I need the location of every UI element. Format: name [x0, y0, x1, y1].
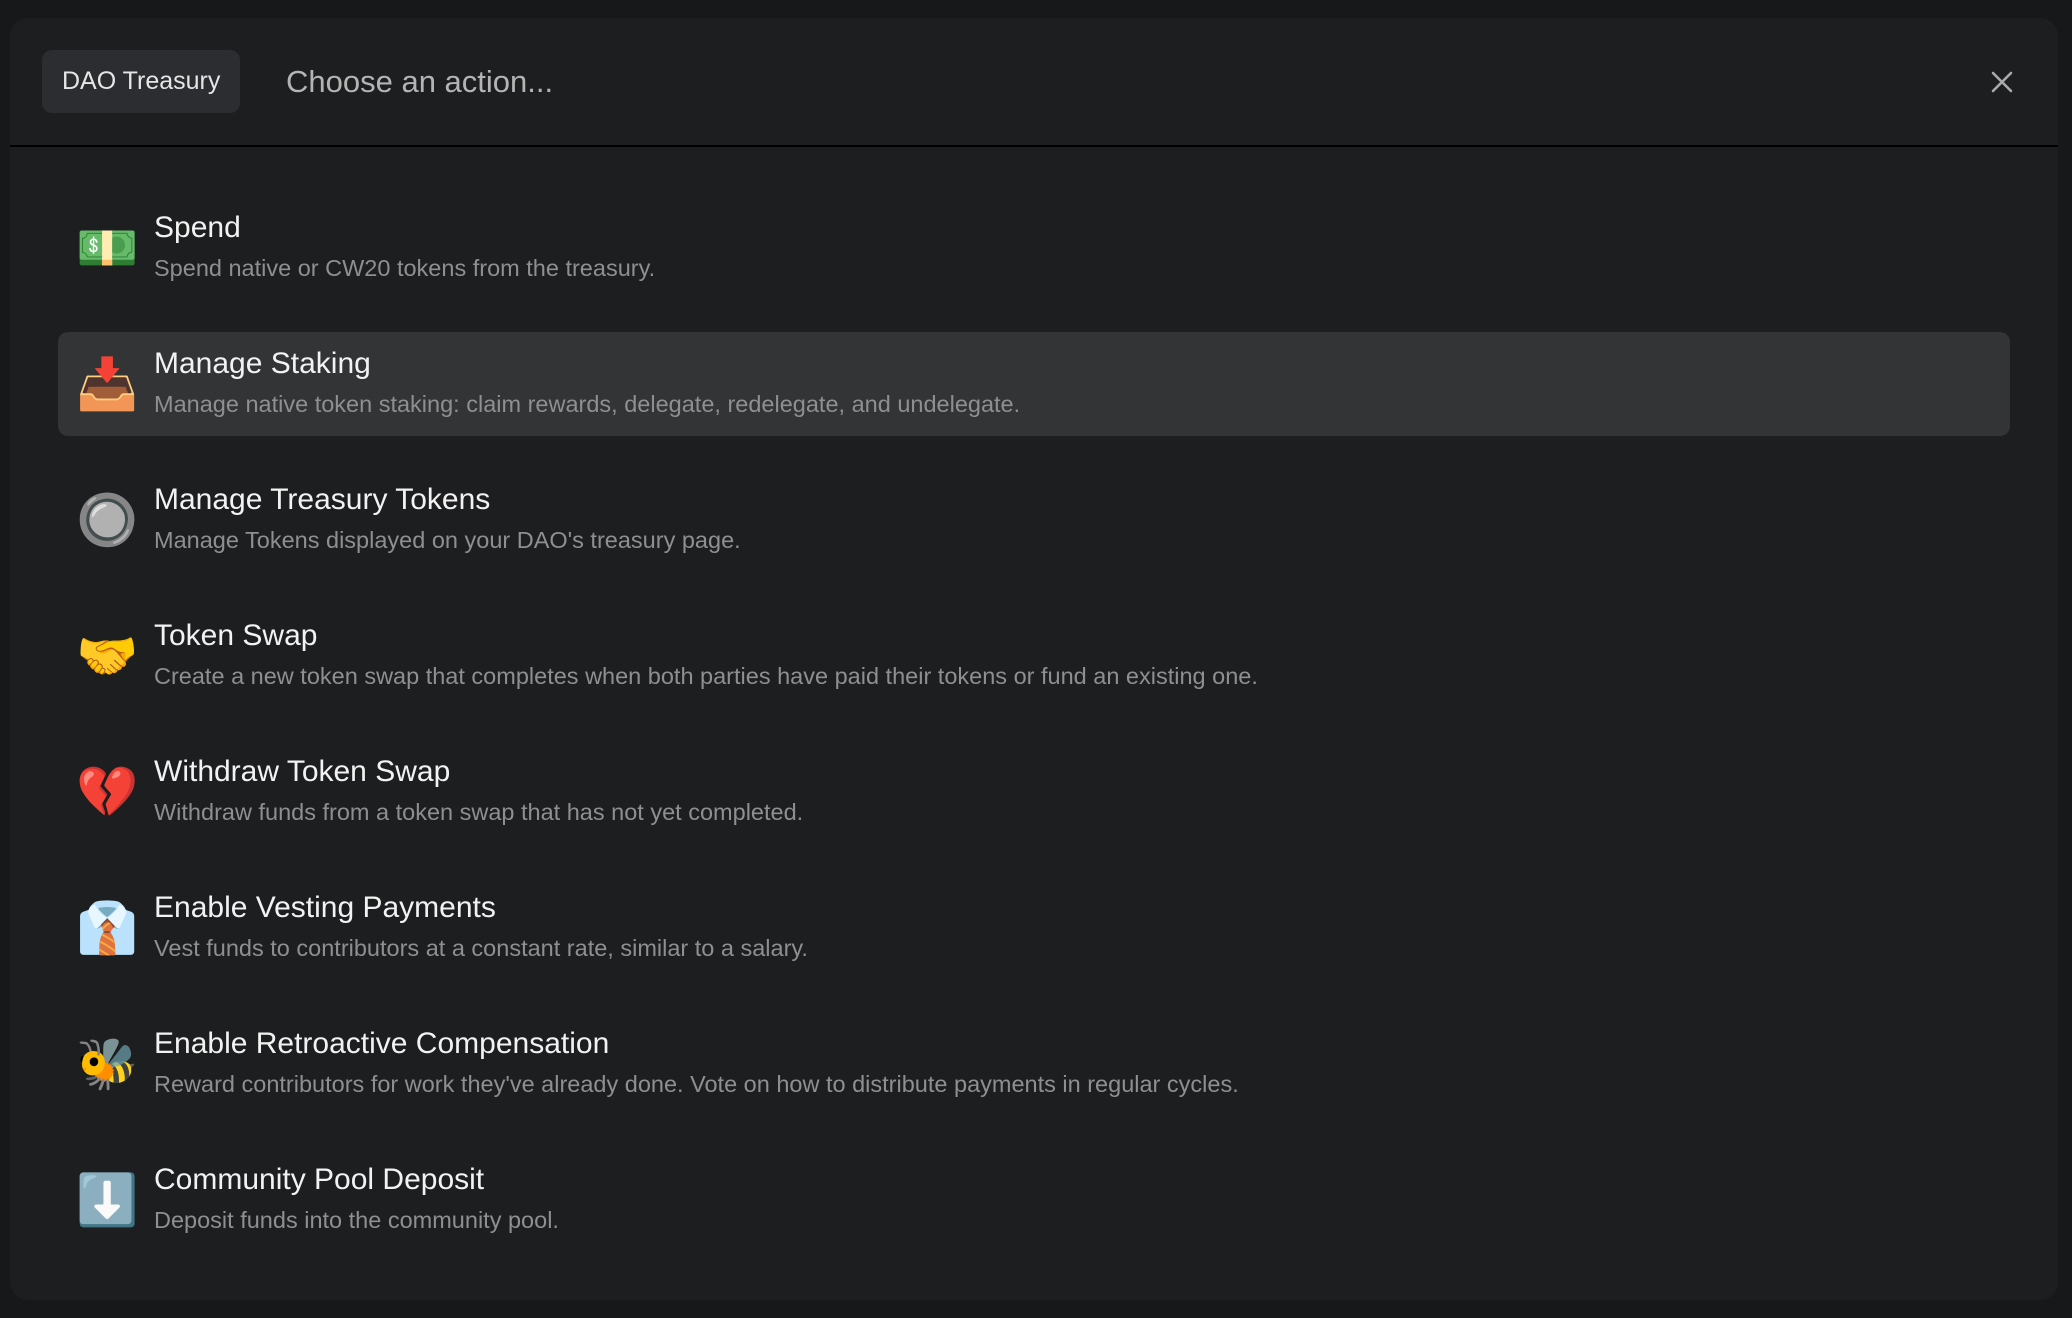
- action-item-spend[interactable]: 💵 Spend Spend native or CW20 tokens from…: [58, 196, 2010, 300]
- bee-icon: 🐝: [76, 1035, 139, 1093]
- close-icon: [1991, 71, 2013, 93]
- action-search-input[interactable]: [286, 58, 1886, 106]
- broken-heart-icon: 💔: [76, 763, 139, 821]
- action-item-community-pool-deposit[interactable]: ⬇️ Community Pool Deposit Deposit funds …: [58, 1148, 2010, 1252]
- inbox-tray-icon: 📥: [76, 355, 139, 413]
- close-button[interactable]: [1984, 64, 2020, 100]
- money-icon: 💵: [76, 219, 139, 277]
- action-description: Withdraw funds from a token swap that ha…: [154, 799, 804, 825]
- action-description: Deposit funds into the community pool.: [154, 1207, 559, 1233]
- action-title: Manage Staking: [154, 347, 371, 380]
- action-description: Create a new token swap that completes w…: [154, 663, 1258, 689]
- action-item-withdraw-token-swap[interactable]: 💔 Withdraw Token Swap Withdraw funds fro…: [58, 740, 2010, 844]
- action-title: Enable Vesting Payments: [154, 891, 496, 924]
- handshake-icon: 🤝: [76, 627, 139, 685]
- action-description: Vest funds to contributors at a constant…: [154, 935, 808, 961]
- action-description: Spend native or CW20 tokens from the tre…: [154, 255, 656, 281]
- context-chip[interactable]: DAO Treasury: [42, 50, 241, 113]
- necktie-icon: 👔: [76, 899, 139, 957]
- action-item-manage-staking[interactable]: 📥 Manage Staking Manage native token sta…: [58, 332, 2010, 436]
- action-item-manage-treasury-tokens[interactable]: 🔘 Manage Treasury Tokens Manage Tokens d…: [58, 468, 2010, 572]
- action-item-enable-vesting-payments[interactable]: 👔 Enable Vesting Payments Vest funds to …: [58, 876, 2010, 980]
- down-arrow-icon: ⬇️: [76, 1171, 139, 1229]
- action-item-enable-retroactive-compensation[interactable]: 🐝 Enable Retroactive Compensation Reward…: [58, 1012, 2010, 1116]
- action-description: Manage Tokens displayed on your DAO's tr…: [154, 527, 741, 553]
- action-picker-modal: DAO Treasury 💵 Spend Spend native or CW2…: [10, 18, 2058, 1300]
- action-title: Token Swap: [154, 619, 318, 652]
- action-list: 💵 Spend Spend native or CW20 tokens from…: [58, 196, 2010, 1284]
- action-description: Reward contributors for work they've alr…: [154, 1071, 1239, 1097]
- action-description: Manage native token staking: claim rewar…: [154, 391, 1021, 417]
- modal-header: DAO Treasury: [10, 18, 2058, 147]
- action-title: Spend: [154, 211, 241, 244]
- action-title: Manage Treasury Tokens: [154, 483, 491, 516]
- action-item-token-swap[interactable]: 🤝 Token Swap Create a new token swap tha…: [58, 604, 2010, 708]
- action-title: Withdraw Token Swap: [154, 755, 451, 788]
- action-title: Community Pool Deposit: [154, 1163, 485, 1196]
- action-title: Enable Retroactive Compensation: [154, 1027, 610, 1060]
- radio-button-icon: 🔘: [76, 491, 139, 549]
